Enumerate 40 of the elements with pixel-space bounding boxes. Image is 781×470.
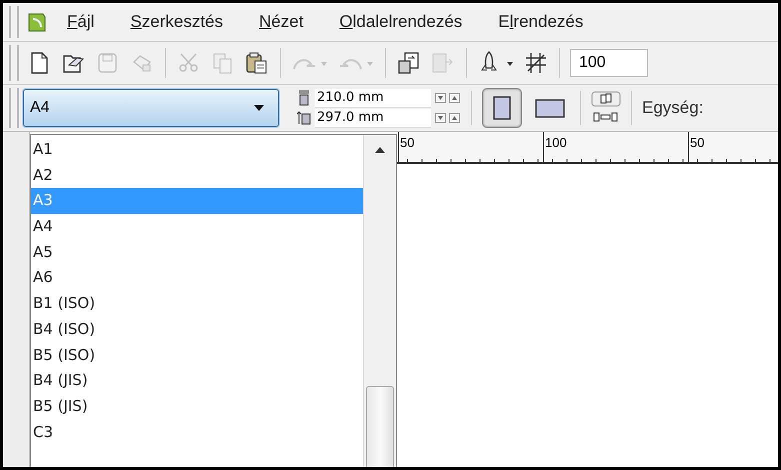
page-size-option[interactable]: B5 (ISO) <box>31 342 363 368</box>
page-size-option[interactable]: C3 <box>31 420 363 446</box>
ruler-label: 100 <box>545 135 567 150</box>
menu-item[interactable]: Szerkesztés <box>130 12 223 32</box>
grid-snap-icon[interactable] <box>523 50 549 76</box>
page-size-option[interactable]: A4 <box>31 214 363 240</box>
ruler-label: 50 <box>400 135 414 150</box>
page-size-dropdown[interactable]: A4 <box>23 89 279 127</box>
grip-handle[interactable] <box>9 45 19 81</box>
page-size-option[interactable]: B1 (ISO) <box>31 291 363 317</box>
landscape-page-icon <box>535 97 565 119</box>
portrait-page-icon <box>493 96 511 120</box>
page-size-option[interactable]: B4 (ISO) <box>31 316 363 342</box>
page-size-option[interactable]: A5 <box>31 240 363 266</box>
portrait-button[interactable] <box>482 88 522 128</box>
scroll-up-icon[interactable] <box>375 147 385 153</box>
zoom-field[interactable]: 100 <box>570 49 648 77</box>
spin-buttons[interactable] <box>435 113 461 123</box>
menu-item[interactable]: Nézet <box>259 12 304 32</box>
page-size-option[interactable]: B5 (JIS) <box>31 394 363 420</box>
scroll-thumb[interactable] <box>366 386 394 467</box>
ruler-label: 50 <box>690 135 704 150</box>
caret-icon <box>254 105 264 111</box>
page-width-icon <box>297 90 311 106</box>
page-width-field[interactable]: 210.0 mm <box>315 88 431 108</box>
page-size-option[interactable]: A1 <box>31 137 363 163</box>
menu-item[interactable]: Oldalelrendezés <box>339 12 462 32</box>
grip-handle[interactable] <box>9 6 19 38</box>
spin-buttons[interactable] <box>435 93 461 103</box>
unit-label: Egység: <box>642 98 704 118</box>
menu-item[interactable]: Fájl <box>67 12 94 32</box>
page-size-option[interactable]: A2 <box>31 162 363 188</box>
page-size-option[interactable]: B4 (JIS) <box>31 368 363 394</box>
grip-handle[interactable] <box>9 88 19 128</box>
menu-item[interactable]: Elrendezés <box>498 12 584 32</box>
page-height-field[interactable]: 297.0 mm <box>315 108 431 128</box>
app-icon <box>27 11 47 33</box>
page-height-icon <box>297 110 311 126</box>
page-size-option[interactable]: A6 <box>31 265 363 292</box>
scrollbar[interactable] <box>363 135 396 467</box>
